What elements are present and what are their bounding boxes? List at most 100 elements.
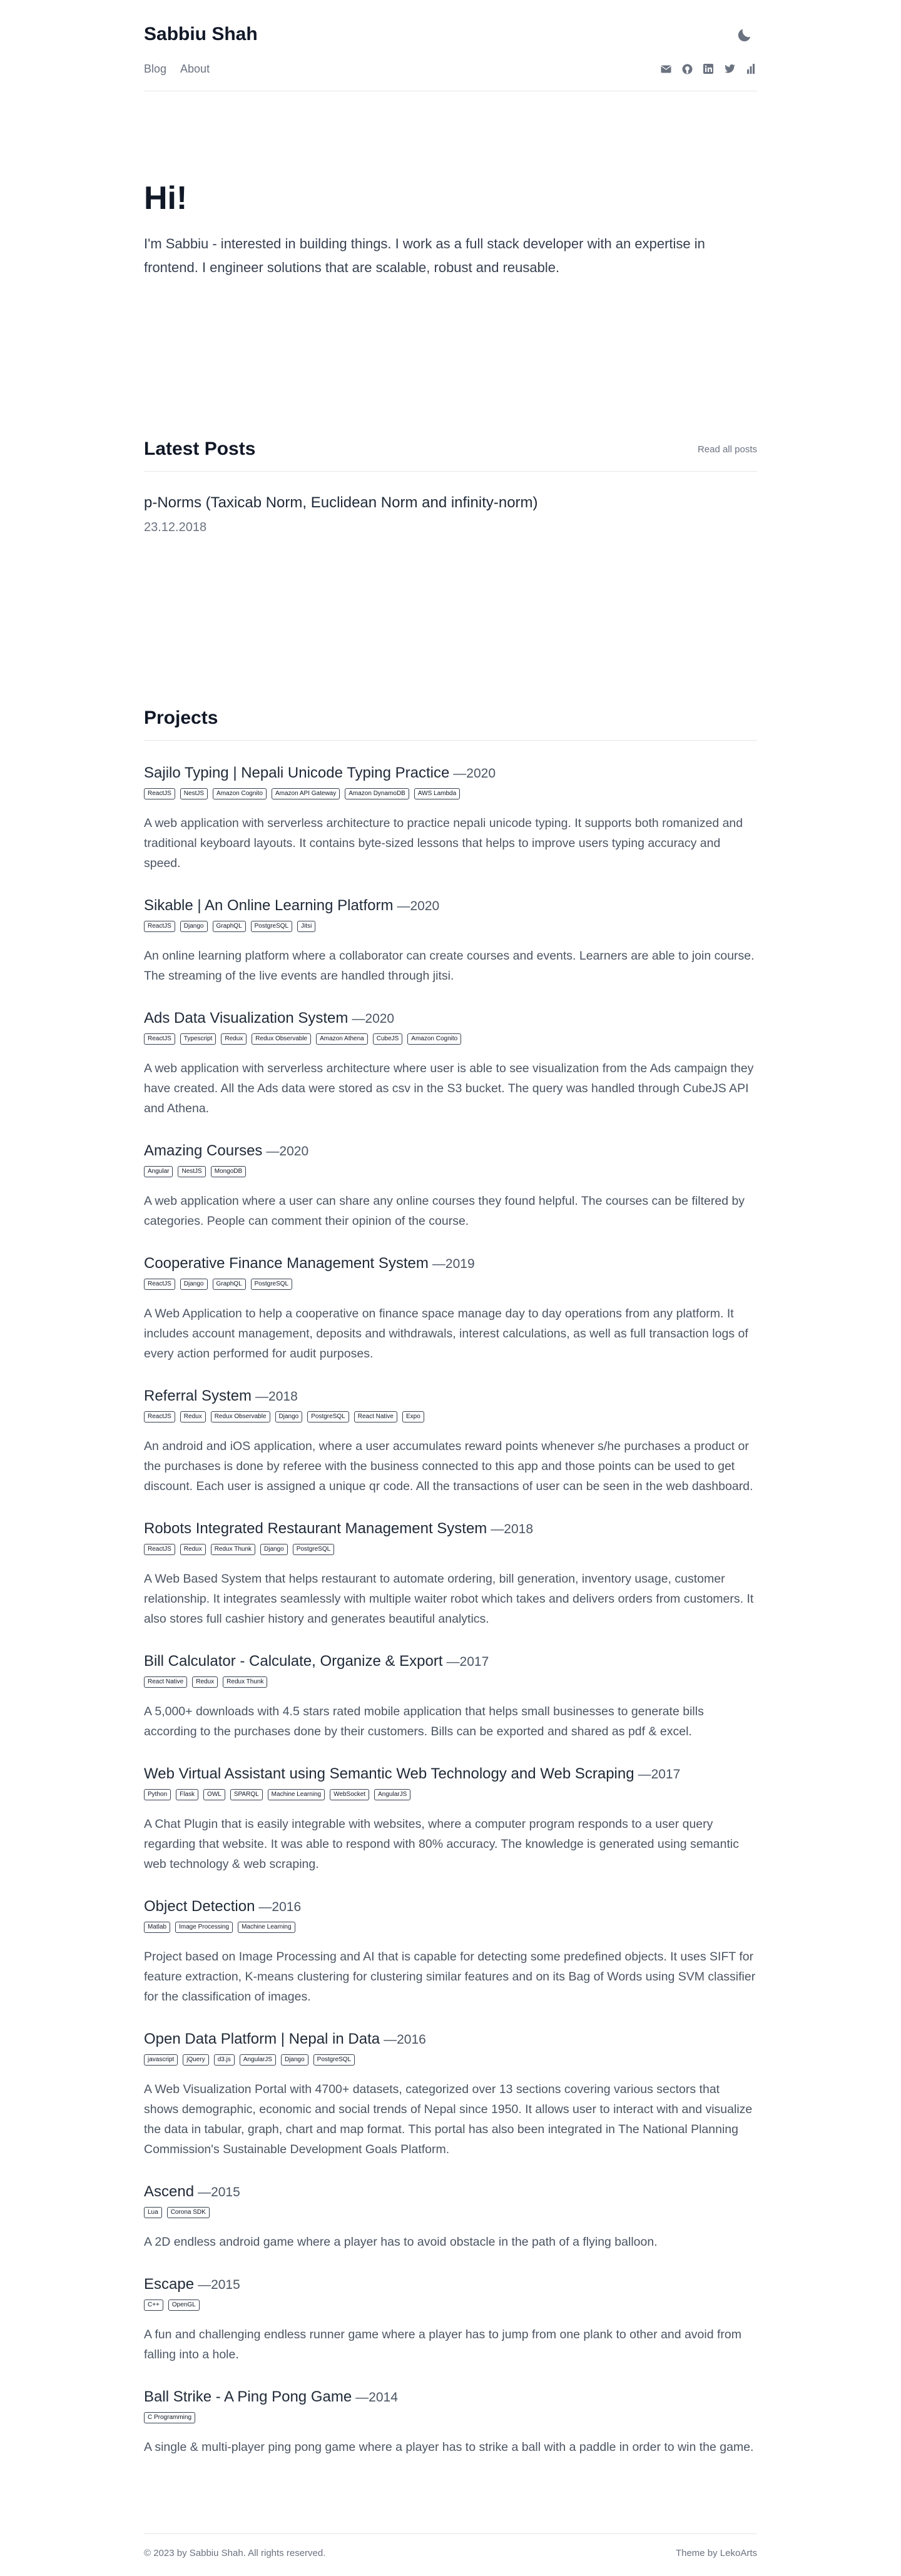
project-title-text: Ads Data Visualization System [144, 1010, 349, 1027]
project-title-text: Robots Integrated Restaurant Management … [144, 1520, 487, 1537]
project-description: A single & multi-player ping pong game w… [144, 2440, 754, 2454]
footer-copyright: © 2023 by Sabbiu Shah. All rights reserv… [144, 2548, 326, 2558]
footer-theme-link[interactable]: Theme by LekoArts [676, 2548, 757, 2558]
project-item: Sajilo Typing | Nepali Unicode Typing Pr… [144, 764, 757, 873]
project-title: Robots Integrated Restaurant Management … [144, 1520, 757, 1538]
hero-heading: Hi! [144, 180, 188, 216]
stats-icon[interactable] [745, 63, 757, 75]
project-tags: javascript jQuery d3.js AngularJS Django Post… [144, 2054, 757, 2066]
projects-section: Projects Sajilo Typing | Nepali Unicode … [144, 707, 757, 2457]
project-title-text: Escape [144, 2276, 195, 2293]
site-title[interactable]: Sabbiu Shah [144, 24, 258, 45]
moon-icon[interactable] [736, 26, 753, 44]
tech-tag: CubeJS [372, 1033, 403, 1045]
project-tags: ReactJS Redux Redux Thunk Django PostgreSQL [144, 1544, 757, 1555]
social-links [659, 63, 757, 75]
tech-tag: Machine Learning [238, 1922, 295, 1933]
tech-tag: AngularJS [374, 1789, 411, 1800]
project-year: —2017 [446, 1655, 489, 1669]
tech-tag: Redux Thunk [223, 1676, 268, 1688]
project-year: —2015 [198, 2278, 240, 2292]
project-description: An android and iOS application, where a … [144, 1439, 753, 1493]
hero-intro: I'm Sabbiu - interested in building thin… [144, 236, 705, 275]
latest-posts-section: Latest Posts Read all posts p-Norms (Tax… [144, 439, 757, 707]
project-title-text: Referral System [144, 1387, 252, 1404]
project-description: A Chat Plugin that is easily integrable … [144, 1817, 739, 1871]
project-title: Sikable | An Online Learning Platform —20… [144, 897, 757, 915]
tech-tag: Django [180, 1279, 208, 1290]
read-all-posts-link[interactable]: Read all posts [698, 444, 757, 455]
project-tags: Lua Corona SDK [144, 2207, 757, 2218]
twitter-icon[interactable] [723, 63, 736, 75]
project-description: A web application with serverless archit… [144, 816, 743, 870]
project-year: —2014 [355, 2390, 398, 2405]
tech-tag: React Native [144, 1676, 188, 1688]
nav-about[interactable]: About [180, 63, 210, 76]
nav-blog[interactable]: Blog [144, 63, 166, 76]
project-tags: Angular NestJS MongoDB [144, 1166, 757, 1177]
project-title: Object Detection —2016 [144, 1898, 757, 1915]
project-year: —2020 [397, 899, 440, 913]
project-description: A web application where a user can share… [144, 1194, 745, 1228]
tech-tag: PostgreSQL [307, 1411, 349, 1422]
tech-tag: ReactJS [144, 1544, 175, 1555]
project-title: Open Data Platform | Nepal in Data —2016 [144, 2031, 757, 2048]
tech-tag: PostgreSQL [250, 921, 293, 932]
tech-tag: Python [144, 1789, 171, 1800]
project-title: Cooperative Finance Management System —20… [144, 1255, 757, 1272]
project-title: Web Virtual Assistant using Semantic Web… [144, 1765, 757, 1783]
tech-tag: Flask [176, 1789, 199, 1800]
project-tags: ReactJS Redux Redux Observable Django Postgr… [144, 1411, 757, 1422]
tech-tag: NestJS [178, 1166, 206, 1177]
tech-tag: Angular [144, 1166, 173, 1177]
tech-tag: Django [260, 1544, 288, 1555]
project-year: —2016 [258, 1900, 302, 1914]
project-item: Escape —2015 C++ OpenGL A fun and challengin… [144, 2276, 757, 2365]
tech-tag: Amazon Cognito [213, 788, 267, 799]
tech-tag: C Programming [144, 2412, 196, 2423]
tech-tag: Jitsi [297, 921, 316, 932]
project-item: Ascend —2015 Lua Corona SDK A 2D endless and… [144, 2183, 757, 2252]
project-title-text: Ascend [144, 2183, 195, 2200]
project-year: —2016 [384, 2032, 426, 2047]
linkedin-icon[interactable] [702, 63, 715, 75]
tech-tag: Django [280, 2054, 308, 2066]
post-title[interactable]: p-Norms (Taxicab Norm, Euclidean Norm an… [144, 494, 757, 512]
tech-tag: Django [275, 1411, 303, 1422]
project-title: Ball Strike - A Ping Pong Game —2014 [144, 2388, 757, 2406]
tech-tag: WebSocket [330, 1789, 370, 1800]
project-tags: C Programming [144, 2412, 757, 2423]
project-title-text: Sajilo Typing | Nepali Unicode Typing Pr… [144, 764, 450, 781]
project-item: Web Virtual Assistant using Semantic Web… [144, 1765, 757, 1874]
project-tags: Matlab Image Processing Machine Learning [144, 1922, 757, 1933]
tech-tag: Redux Observable [252, 1033, 312, 1045]
project-list: Sajilo Typing | Nepali Unicode Typing Pr… [144, 764, 757, 2457]
project-item: Cooperative Finance Management System —20… [144, 1255, 757, 1364]
project-item: Bill Calculator - Calculate, Organize & … [144, 1653, 757, 1742]
github-icon[interactable] [681, 63, 693, 75]
project-description: A fun and challenging endless runner gam… [144, 2328, 741, 2361]
project-description: A Web Application to help a cooperative … [144, 1307, 748, 1361]
tech-tag: C++ [144, 2300, 163, 2311]
project-description: A 5,000+ downloads with 4.5 stars rated … [144, 1705, 704, 1738]
tech-tag: javascript [144, 2054, 178, 2066]
project-year: —2015 [198, 2185, 240, 2199]
tech-tag: OpenGL [168, 2300, 200, 2311]
project-title: Ascend —2015 [144, 2183, 757, 2201]
tech-tag: Amazon Cognito [407, 1033, 462, 1045]
project-item: Open Data Platform | Nepal in Data —2016 j… [144, 2031, 757, 2159]
tech-tag: MongoDB [210, 1166, 247, 1177]
tech-tag: Django [180, 921, 208, 932]
site-footer: © 2023 by Sabbiu Shah. All rights reserv… [144, 2533, 757, 2558]
post-item[interactable]: p-Norms (Taxicab Norm, Euclidean Norm an… [144, 494, 757, 535]
project-title-text: Amazing Courses [144, 1142, 263, 1159]
tech-tag: Redux [180, 1411, 206, 1422]
mail-icon[interactable] [659, 63, 672, 75]
project-description: A Web Based System that helps restaurant… [144, 1572, 754, 1626]
tech-tag: Matlab [144, 1922, 171, 1933]
tech-tag: Redux [221, 1033, 247, 1045]
tech-tag: Amazon API Gateway [271, 788, 340, 799]
project-title: Referral System —2018 [144, 1387, 757, 1405]
project-year: —2020 [453, 766, 496, 781]
tech-tag: OWL [203, 1789, 225, 1800]
